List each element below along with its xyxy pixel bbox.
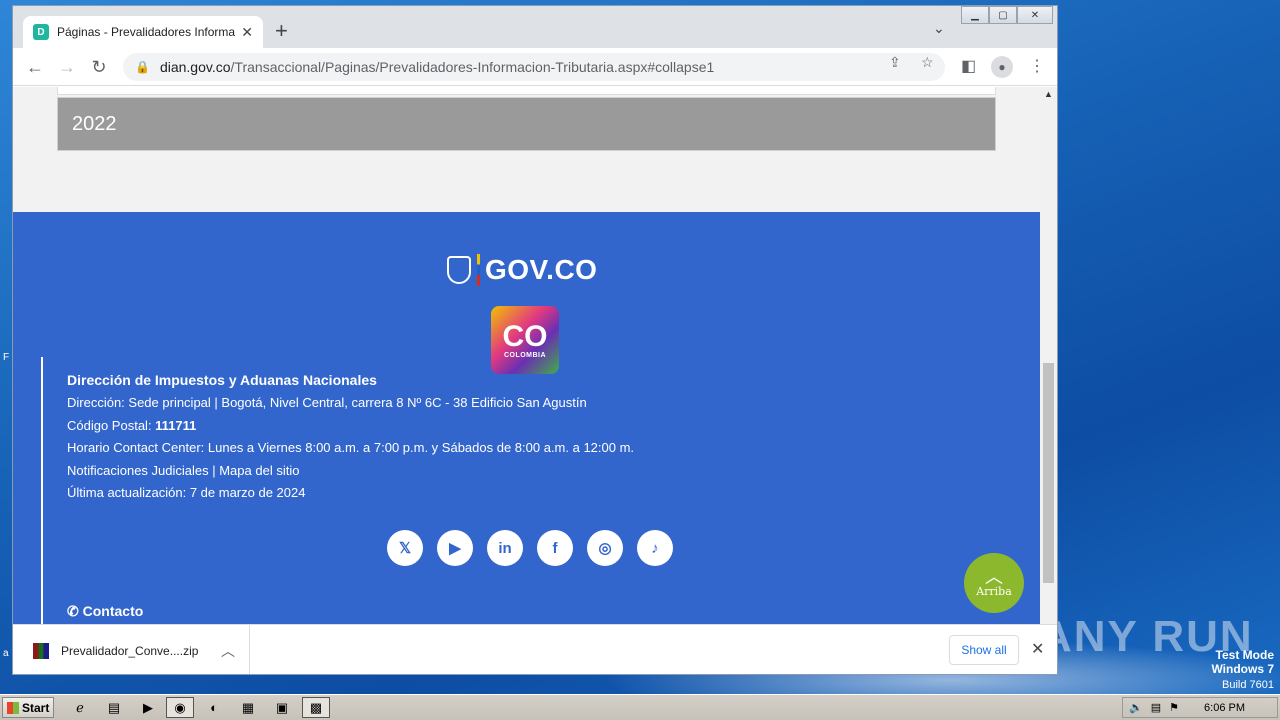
site-footer: GOV.CO CO COLOMBIA Dirección de Impuesto… [13,212,1040,624]
phone-icon: ✆ [67,603,83,619]
contact-heading[interactable]: ✆ Contacto [67,603,143,620]
tiktok-icon[interactable]: ♪ [637,530,673,566]
chevron-up-icon: ︿ [985,566,1003,587]
govco-logo[interactable]: GOV.CO [447,254,597,286]
taskbar: Start ℯ ▤ ▶ ◉ ◐ ▦ ▣ ▩ 🔈 ▤ ⚑ 6:06 PM [0,694,1280,720]
bookmark-star-icon[interactable]: ☆ [921,54,934,71]
entity-title: Dirección de Impuestos y Aduanas Naciona… [67,372,377,388]
test-mode-label: Test Mode [1215,648,1274,662]
flag-bar [477,254,480,286]
show-all-button[interactable]: Show all [949,635,1019,665]
winrar-icon[interactable]: ▦ [234,697,262,718]
download-item[interactable]: Prevalidador_Conve....zip ︿ [13,625,250,674]
network-icon[interactable]: ▤ [1151,701,1161,714]
back-arrow-icon[interactable]: ← [23,56,47,78]
maximize-button[interactable]: ▢ [989,6,1017,24]
footer-divider [41,357,43,624]
app-icon[interactable]: ▣ [268,697,296,718]
postal-code-line: Código Postal: 111711 [67,415,634,438]
start-button[interactable]: Start [2,697,54,718]
url-path: /Transaccional/Paginas/Prevalidadores-In… [230,59,715,75]
contact-hours-text: Horario Contact Center: Lunes a Viernes … [67,440,635,455]
address-bar[interactable]: 🔒 dian.gov.co/Transaccional/Paginas/Prev… [123,53,945,81]
x-icon[interactable]: 𝕏 [387,530,423,566]
desktop-icon-label-fragment: a [3,648,9,659]
govco-text: GOV.CO [485,254,598,285]
windows-logo-icon [7,701,19,714]
youtube-icon[interactable]: ▶ [437,530,473,566]
new-tab-button[interactable]: + [275,20,288,42]
facebook-icon[interactable]: f [537,530,573,566]
footer-info: Dirección de Impuestos y Aduanas Naciona… [67,372,634,505]
start-label: Start [22,700,50,715]
app-window-icon[interactable]: ▩ [302,697,330,718]
accordion-previous-item [57,87,996,95]
reload-icon[interactable]: ↻ [87,56,111,78]
download-file-name: Prevalidador_Conve....zip [61,644,199,658]
address-text: Dirección: Sede principal | Bogotá, Nive… [67,395,587,410]
tab-close-icon[interactable]: ✕ [241,24,253,41]
close-window-button[interactable]: ✕ [1017,6,1053,24]
zip-archive-icon [33,643,49,659]
edge-icon[interactable]: ◐ [200,697,228,718]
url-host: dian.gov.co [159,59,231,75]
scrollbar-thumb[interactable] [1043,363,1054,583]
share-icon[interactable]: ⇪ [889,54,901,71]
tab-title: Páginas - Prevalidadores Informacion [57,25,235,39]
explorer-folder-icon[interactable]: ▤ [100,697,128,718]
clock[interactable]: 6:06 PM [1204,702,1245,714]
page-viewport: 2022 GOV.CO CO COLOMBIA Dirección de Imp… [13,87,1057,624]
browser-toolbar: ← → ↻ 🔒 dian.gov.co/Transaccional/Pagina… [13,48,1057,86]
chevron-up-icon[interactable]: ︿ [221,641,235,661]
colombia-shield-icon [447,256,471,284]
co-logo-sub: COLOMBIA [503,351,547,359]
last-updated-text: Última actualización: 7 de marzo de 2024 [67,485,306,500]
co-logo-main: CO [502,319,548,353]
download-bar: Prevalidador_Conve....zip ︿ Show all ✕ [13,624,1057,674]
action-center-flag-icon[interactable]: ⚑ [1169,701,1179,714]
scroll-up-arrow-icon[interactable]: ▲ [1044,89,1053,99]
chrome-window: D Páginas - Prevalidadores Informacion ✕… [12,5,1058,675]
back-to-top-button[interactable]: ︿ Arriba [964,553,1024,613]
profile-avatar-icon[interactable]: ● [991,56,1013,78]
tab-search-chevron-icon[interactable]: ⌄ [933,20,945,37]
volume-icon[interactable]: 🔈 [1129,701,1143,714]
footer-links[interactable]: Notificaciones Judiciales | Mapa del sit… [67,460,634,483]
system-tray: 🔈 ▤ ⚑ 6:06 PM [1122,697,1278,718]
lock-icon[interactable]: 🔒 [135,60,150,74]
close-download-bar-icon[interactable]: ✕ [1031,639,1044,659]
contact-label: Contacto [82,603,144,619]
ie-icon[interactable]: ℯ [66,697,94,718]
linkedin-icon[interactable]: in [487,530,523,566]
page-scrollbar[interactable]: ▲ [1040,87,1057,624]
menu-kebab-icon[interactable]: ⋮ [1029,56,1045,76]
forward-arrow-icon[interactable]: → [55,56,79,78]
desktop-icon-label-fragment: F [3,352,10,363]
os-build-label: Build 7601 [1222,679,1274,691]
back-to-top-label: Arriba [976,584,1012,598]
browser-tab[interactable]: D Páginas - Prevalidadores Informacion ✕ [23,16,263,48]
chrome-icon[interactable]: ◉ [166,697,194,718]
postal-label: Código Postal: [67,417,156,433]
tab-strip: D Páginas - Prevalidadores Informacion ✕… [13,6,1057,48]
side-panel-icon[interactable]: ◧ [961,56,976,76]
instagram-icon[interactable]: ◎ [587,530,623,566]
media-player-icon[interactable]: ▶ [134,697,162,718]
os-name-label: Windows 7 [1211,662,1274,676]
dian-favicon-icon: D [33,24,49,40]
social-links: 𝕏 ▶ in f ◎ ♪ [387,530,687,566]
co-colombia-logo[interactable]: CO COLOMBIA [491,306,559,374]
minimize-button[interactable]: ▁ [961,6,989,24]
postal-code: 111711 [155,417,197,433]
accordion-year-2022[interactable]: 2022 [57,97,996,151]
